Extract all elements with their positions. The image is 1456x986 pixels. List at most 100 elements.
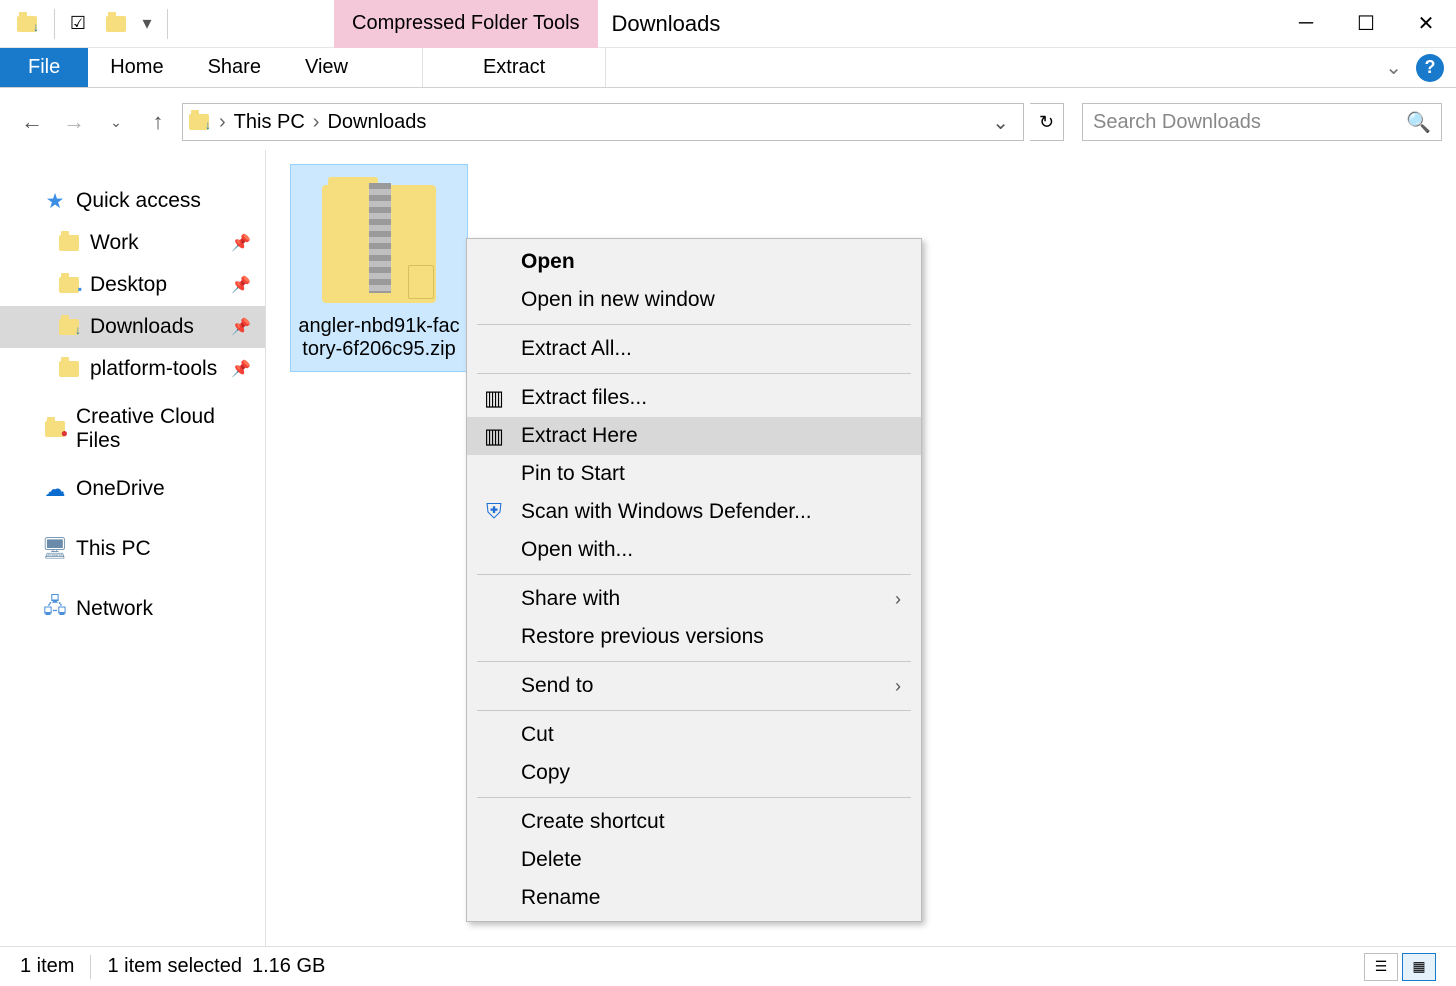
chevron-right-icon: › (895, 676, 901, 697)
ctx-extract-here[interactable]: ▥ Extract Here (467, 417, 921, 455)
title-bar: ↓ ☑ ▾ Compressed Folder Tools Downloads … (0, 0, 1456, 48)
sidebar-item-desktop[interactable]: ▪ Desktop 📌 (0, 264, 265, 306)
ctx-open-with[interactable]: Open with... (467, 531, 921, 569)
sidebar-item-downloads[interactable]: ↓ Downloads 📌 (0, 306, 265, 348)
contextual-tab-header: Compressed Folder Tools (334, 0, 598, 48)
navigation-row: ← → ⌄ ↑ ↓ › This PC › Downloads ⌄ ↻ Sear… (0, 94, 1456, 150)
ribbon-collapse-icon[interactable]: ⌄ (1385, 55, 1402, 80)
ctx-restore-versions[interactable]: Restore previous versions (467, 618, 921, 656)
up-button[interactable]: ↑ (140, 104, 176, 140)
sidebar-quick-access[interactable]: ★ Quick access (0, 180, 265, 222)
ctx-extract-files[interactable]: ▥ Extract files... (467, 379, 921, 417)
divider (54, 9, 55, 39)
ctx-item-label: Extract All... (521, 337, 632, 361)
cloud-icon: ☁ (44, 478, 66, 500)
file-item-zip[interactable]: angler-nbd91k-factory-6f206c95.zip (290, 164, 468, 372)
ctx-item-label: Scan with Windows Defender... (521, 500, 812, 524)
folder-icon: ↓ (58, 316, 80, 338)
refresh-button[interactable]: ↻ (1030, 103, 1064, 141)
ctx-copy[interactable]: Copy (467, 754, 921, 792)
location-icon: ↓ (189, 114, 209, 130)
folder-icon: ▪ (58, 274, 80, 296)
tab-view[interactable]: View (283, 48, 370, 87)
ctx-rename[interactable]: Rename (467, 879, 921, 917)
details-view-button[interactable]: ☰ (1364, 953, 1398, 981)
sidebar-item-label: Work (90, 231, 139, 255)
minimize-button[interactable]: ─ (1276, 4, 1336, 44)
tab-home[interactable]: Home (88, 48, 185, 87)
forward-button[interactable]: → (56, 104, 92, 140)
ctx-share-with[interactable]: Share with › (467, 580, 921, 618)
file-name-label: angler-nbd91k-factory-6f206c95.zip (297, 315, 461, 361)
address-dropdown-icon[interactable]: ⌄ (984, 110, 1017, 135)
sidebar-item-creative-cloud[interactable]: ● Creative Cloud Files (0, 408, 265, 450)
ctx-separator (477, 710, 911, 711)
star-icon: ★ (44, 190, 66, 212)
sidebar-item-label: OneDrive (76, 477, 165, 501)
pin-icon: 📌 (231, 233, 251, 253)
ctx-extract-all[interactable]: Extract All... (467, 330, 921, 368)
sidebar-item-work[interactable]: Work 📌 (0, 222, 265, 264)
file-tab[interactable]: File (0, 48, 88, 87)
network-icon: 🖧 (44, 598, 66, 620)
ctx-item-label: Delete (521, 848, 582, 872)
tab-extract[interactable]: Extract (422, 48, 606, 87)
computer-icon: 🖥 (44, 538, 66, 560)
folder-icon: ● (44, 418, 66, 440)
window-controls: ─ ☐ ✕ (1276, 4, 1456, 44)
address-bar[interactable]: ↓ › This PC › Downloads ⌄ (182, 103, 1024, 141)
history-dropdown-icon[interactable]: ⌄ (98, 104, 134, 140)
sidebar-item-label: This PC (76, 537, 151, 561)
ctx-send-to[interactable]: Send to › (467, 667, 921, 705)
ctx-create-shortcut[interactable]: Create shortcut (467, 803, 921, 841)
tab-share[interactable]: Share (186, 48, 283, 87)
sidebar-item-label: Network (76, 597, 153, 621)
ctx-separator (477, 373, 911, 374)
ctx-item-label: Copy (521, 761, 570, 785)
ctx-item-label: Open in new window (521, 288, 715, 312)
status-item-count: 1 item (20, 955, 74, 978)
folder-icon[interactable]: ↓ (10, 7, 44, 41)
window-title: Downloads (612, 11, 721, 37)
maximize-button[interactable]: ☐ (1336, 4, 1396, 44)
properties-icon[interactable]: ☑ (61, 7, 95, 41)
ctx-item-label: Restore previous versions (521, 625, 764, 649)
close-button[interactable]: ✕ (1396, 4, 1456, 44)
thumbnails-view-button[interactable]: ▦ (1402, 953, 1436, 981)
ctx-pin-to-start[interactable]: Pin to Start (467, 455, 921, 493)
ctx-open-new-window[interactable]: Open in new window (467, 281, 921, 319)
sidebar-item-network[interactable]: 🖧 Network (0, 588, 265, 630)
sidebar-item-label: Creative Cloud Files (76, 405, 265, 453)
folder-icon (58, 358, 80, 380)
ctx-item-label: Rename (521, 886, 600, 910)
sidebar-item-label: Quick access (76, 189, 201, 213)
ctx-delete[interactable]: Delete (467, 841, 921, 879)
ctx-cut[interactable]: Cut (467, 716, 921, 754)
ctx-separator (477, 574, 911, 575)
new-folder-icon[interactable] (99, 7, 133, 41)
ctx-scan-defender[interactable]: ⛨ Scan with Windows Defender... (467, 493, 921, 531)
shield-icon: ⛨ (483, 501, 505, 523)
status-selected-count: 1 item selected (107, 955, 242, 978)
ctx-item-label: Create shortcut (521, 810, 665, 834)
search-input[interactable]: Search Downloads 🔍 (1082, 103, 1442, 141)
chevron-right-icon: › (895, 589, 901, 610)
sidebar-item-this-pc[interactable]: 🖥 This PC (0, 528, 265, 570)
pin-icon: 📌 (231, 359, 251, 379)
chevron-right-icon[interactable]: › (215, 111, 230, 134)
help-icon[interactable]: ? (1416, 54, 1444, 82)
qat-dropdown-icon[interactable]: ▾ (137, 7, 157, 41)
breadcrumb-this-pc[interactable]: This PC (230, 111, 309, 134)
search-placeholder: Search Downloads (1093, 111, 1261, 134)
breadcrumb-downloads[interactable]: Downloads (323, 111, 430, 134)
ribbon-tabs: File Home Share View Extract ⌄ ? (0, 48, 1456, 88)
back-button[interactable]: ← (14, 104, 50, 140)
ctx-item-label: Share with (521, 587, 620, 611)
view-mode-toggles: ☰ ▦ (1364, 953, 1436, 981)
ctx-separator (477, 324, 911, 325)
ctx-open[interactable]: Open (467, 243, 921, 281)
sidebar-item-onedrive[interactable]: ☁ OneDrive (0, 468, 265, 510)
chevron-right-icon[interactable]: › (309, 111, 324, 134)
ctx-item-label: Extract files... (521, 386, 647, 410)
sidebar-item-platform-tools[interactable]: platform-tools 📌 (0, 348, 265, 390)
